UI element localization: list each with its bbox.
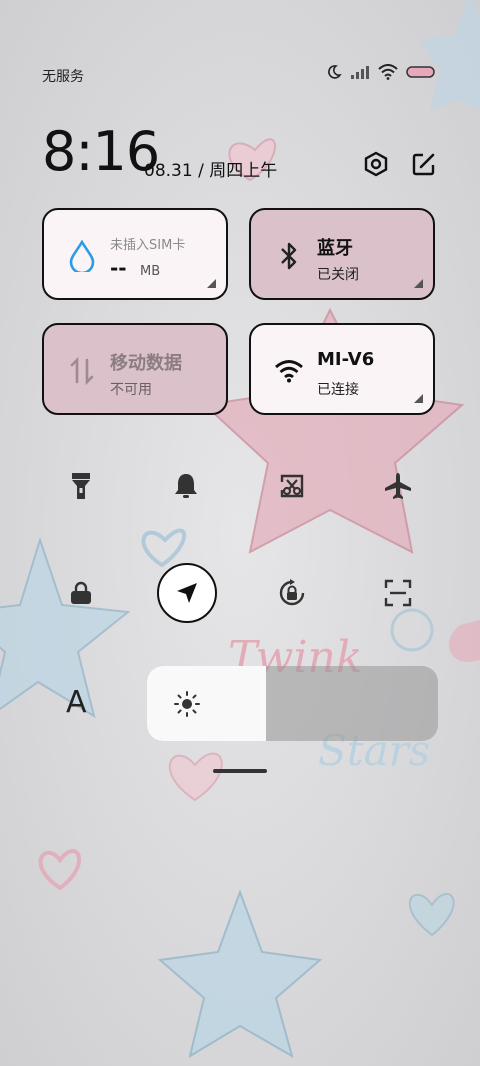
- screenshot-icon: [280, 474, 304, 498]
- brightness-fill: [147, 666, 267, 741]
- clock-time: 8:16: [42, 120, 160, 183]
- wifi-network-name: MI-V6: [317, 349, 375, 370]
- signal-icon: [351, 66, 369, 79]
- flashlight-icon: [72, 473, 90, 499]
- water-drop-icon: [66, 240, 98, 272]
- data-arrows-icon: [66, 355, 98, 387]
- wifi-icon: [378, 64, 398, 80]
- data-usage-unit: MB: [140, 264, 161, 279]
- data-usage-value: --: [110, 256, 127, 280]
- data-usage-tile[interactable]: 未插入SIM卡 -- MB: [42, 208, 228, 300]
- wifi-tile[interactable]: MI-V6 已连接: [249, 323, 435, 415]
- gear-icon: [364, 151, 388, 177]
- carrier-status-text: 无服务: [42, 69, 84, 85]
- wifi-icon: [273, 355, 305, 387]
- screenshot-toggle[interactable]: [268, 462, 316, 510]
- rotation-lock-icon: [279, 579, 305, 606]
- scan-icon: [384, 579, 412, 607]
- flashlight-toggle[interactable]: [57, 462, 105, 510]
- expand-corner-icon: [414, 394, 423, 403]
- settings-button[interactable]: [362, 150, 390, 178]
- location-toggle[interactable]: [157, 563, 217, 623]
- edit-icon: [412, 153, 435, 176]
- bluetooth-status: 已关闭: [317, 267, 359, 283]
- mobile-data-tile[interactable]: 移动数据 不可用: [42, 323, 228, 415]
- bluetooth-icon: [273, 240, 305, 272]
- rotation-lock-toggle[interactable]: [268, 569, 316, 617]
- scanner-toggle[interactable]: [374, 569, 422, 617]
- expand-corner-icon: [414, 279, 423, 288]
- sim-status-label: 未插入SIM卡: [110, 238, 186, 253]
- status-icons: [326, 64, 436, 80]
- panel-drag-handle[interactable]: [213, 769, 267, 773]
- bell-icon: [175, 474, 197, 498]
- wifi-status: 已连接: [317, 382, 359, 398]
- airplane-mode-toggle[interactable]: [374, 462, 422, 510]
- battery-icon: [406, 66, 435, 78]
- date-text: 08.31 / 周四上午: [144, 161, 278, 181]
- moon-icon: [328, 65, 342, 79]
- location-icon: [177, 583, 197, 603]
- expand-corner-icon: [207, 279, 216, 288]
- lock-screen-toggle[interactable]: [57, 569, 105, 617]
- brightness-slider[interactable]: [147, 666, 438, 741]
- silent-toggle[interactable]: [162, 462, 210, 510]
- airplane-icon: [385, 473, 411, 499]
- lock-icon: [71, 581, 91, 604]
- sun-icon: [174, 691, 200, 717]
- bluetooth-tile[interactable]: 蓝牙 已关闭: [249, 208, 435, 300]
- mobile-data-status: 不可用: [110, 382, 152, 398]
- font-size-button[interactable]: A: [66, 685, 87, 720]
- mobile-data-title: 移动数据: [110, 353, 182, 374]
- edit-button[interactable]: [410, 150, 438, 178]
- bluetooth-title: 蓝牙: [317, 238, 353, 259]
